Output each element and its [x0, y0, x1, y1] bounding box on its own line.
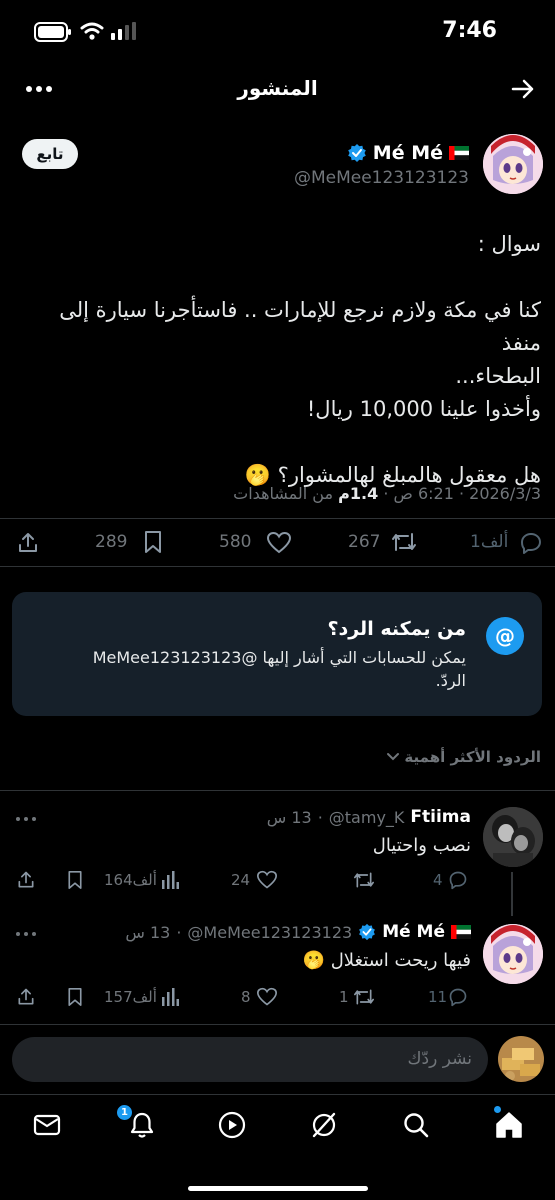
mention-icon: @ — [486, 617, 524, 655]
reply-item[interactable]: Ftiima @tamy_K · 13 س نصب واحتيال 164ألف… — [0, 791, 555, 901]
share-icon[interactable] — [16, 987, 36, 1007]
divider — [0, 1024, 555, 1025]
reply-text: نصب واحتيال — [372, 835, 471, 856]
compose-placeholder: نشر ردّك — [407, 1049, 472, 1069]
reply-author-name[interactable]: Ftiima — [410, 807, 471, 827]
uae-flag-icon — [449, 146, 469, 160]
status-time: 7:46 — [442, 18, 497, 43]
reply-icon[interactable] — [448, 987, 468, 1007]
repost-count: 267 — [348, 532, 381, 552]
battery-icon — [34, 22, 71, 42]
reply-reply-count: 4 — [433, 871, 443, 889]
notifications-badge: 1 — [116, 1104, 133, 1121]
bookmark-count: 289 — [95, 532, 128, 552]
reply-author-handle[interactable]: @MeMee123123123 — [187, 923, 352, 942]
reply-time: 13 س — [266, 807, 312, 827]
reply-restriction-line: الردّ. — [435, 671, 466, 690]
reply-restriction-title: من يمكنه الرد؟ — [327, 618, 466, 640]
post-text-line: وأخذوا علينا 10,000 ريال! — [306, 397, 541, 421]
reply-avatar[interactable] — [483, 924, 543, 984]
bookmark-icon[interactable] — [66, 987, 84, 1007]
share-icon[interactable] — [16, 870, 36, 890]
cellular-signal-icon — [111, 22, 136, 40]
reply-views-count: 157ألف — [104, 988, 157, 1006]
reply-icon[interactable] — [519, 531, 543, 555]
reply-restriction-line: يمكن للحسابات التي أشار إليها @MeMee1231… — [92, 648, 466, 667]
reply-header: Ftiima @tamy_K · 13 س — [266, 807, 471, 827]
reply-author-name[interactable]: Mé Mé — [382, 922, 445, 942]
video-play-icon[interactable] — [218, 1111, 246, 1139]
post-views-label: من المشاهدات — [233, 484, 334, 503]
reply-repost-count: 1 — [339, 988, 349, 1006]
reply-like-count: 8 — [241, 988, 251, 1006]
home-icon[interactable] — [494, 1110, 524, 1140]
follow-button[interactable]: تابع — [22, 139, 78, 169]
reply-more-icon[interactable] — [16, 932, 36, 936]
repost-icon[interactable] — [352, 987, 376, 1007]
reply-like-count: 24 — [231, 871, 251, 889]
post-views-count[interactable]: 1.4م — [338, 484, 378, 503]
reply-icon[interactable] — [448, 870, 468, 890]
post-text-line: سوال : — [477, 232, 541, 256]
heart-icon[interactable] — [266, 531, 292, 555]
reply-restriction-text: يمكن للحسابات التي أشار إليها @MeMee1231… — [46, 646, 466, 692]
reply-more-icon[interactable] — [16, 817, 36, 821]
reply-item[interactable]: Mé Mé @MeMee123123123 · 13 س فيها ريحت ا… — [0, 908, 555, 1018]
sort-replies-control[interactable]: الردود الأكثر أهمية — [386, 748, 541, 766]
heart-icon[interactable] — [256, 870, 278, 890]
page-title: المنشور — [237, 76, 318, 100]
author-avatar[interactable] — [483, 134, 543, 194]
reply-compose-input[interactable]: نشر ردّك — [12, 1037, 488, 1082]
divider — [0, 566, 555, 567]
bookmark-icon[interactable] — [66, 870, 84, 890]
post-meta: 2026/3/3 · 6:21 ص · 1.4م من المشاهدات — [233, 484, 541, 503]
reply-views-count: 164ألف — [104, 871, 157, 889]
home-unread-dot — [494, 1106, 501, 1113]
reply-time: 13 س — [125, 922, 171, 942]
reply-reply-count: 11 — [428, 988, 448, 1006]
bookmark-icon[interactable] — [142, 530, 164, 554]
post-text-line — [20, 426, 541, 459]
post-text-line — [20, 261, 541, 294]
author-name-row[interactable]: Mé Mé — [347, 142, 469, 164]
wifi-icon — [80, 22, 104, 40]
analytics-icon[interactable] — [161, 870, 179, 890]
share-icon[interactable] — [16, 531, 40, 555]
post-actions: 289 580 267 1ألف — [0, 519, 555, 565]
chevron-down-icon — [387, 753, 400, 761]
reply-count: 1ألف — [470, 532, 509, 552]
repost-icon[interactable] — [390, 530, 418, 554]
status-bar: 7:46 — [0, 0, 555, 60]
reply-header: Mé Mé @MeMee123123123 · 13 س — [125, 922, 471, 942]
messages-icon[interactable] — [33, 1113, 61, 1137]
like-count: 580 — [219, 532, 252, 552]
reply-restriction-card: @ من يمكنه الرد؟ يمكن للحسابات التي أشار… — [12, 592, 542, 716]
post-time: 6:21 ص — [393, 484, 454, 503]
uae-flag-icon — [451, 925, 471, 939]
search-icon[interactable] — [402, 1111, 430, 1139]
reply-avatar[interactable] — [483, 807, 543, 867]
reply-author-handle[interactable]: @tamy_K — [329, 808, 405, 827]
bottom-nav — [0, 1095, 555, 1200]
post-text-line: البطحاء... — [455, 364, 541, 388]
sort-label: الردود الأكثر أهمية — [404, 748, 541, 766]
author-name: Mé Mé — [372, 142, 443, 164]
reply-text: فيها ريحت استغلال 🫢 — [302, 950, 471, 971]
post-text: سوال : كنا في مكة ولازم نرجع للإمارات ..… — [20, 228, 541, 492]
post-text-line: كنا في مكة ولازم نرجع للإمارات .. فاستأج… — [59, 298, 541, 355]
verified-badge-icon — [347, 144, 366, 162]
home-indicator — [188, 1186, 368, 1191]
analytics-icon[interactable] — [161, 987, 179, 1007]
repost-icon[interactable] — [352, 870, 376, 890]
verified-badge-icon — [359, 923, 376, 941]
grok-icon[interactable] — [310, 1111, 338, 1139]
author-handle[interactable]: @MeMee123123123 — [294, 168, 469, 188]
post-date: 2026/3/3 — [469, 484, 541, 503]
heart-icon[interactable] — [256, 987, 278, 1007]
compose-user-avatar[interactable] — [498, 1036, 544, 1082]
